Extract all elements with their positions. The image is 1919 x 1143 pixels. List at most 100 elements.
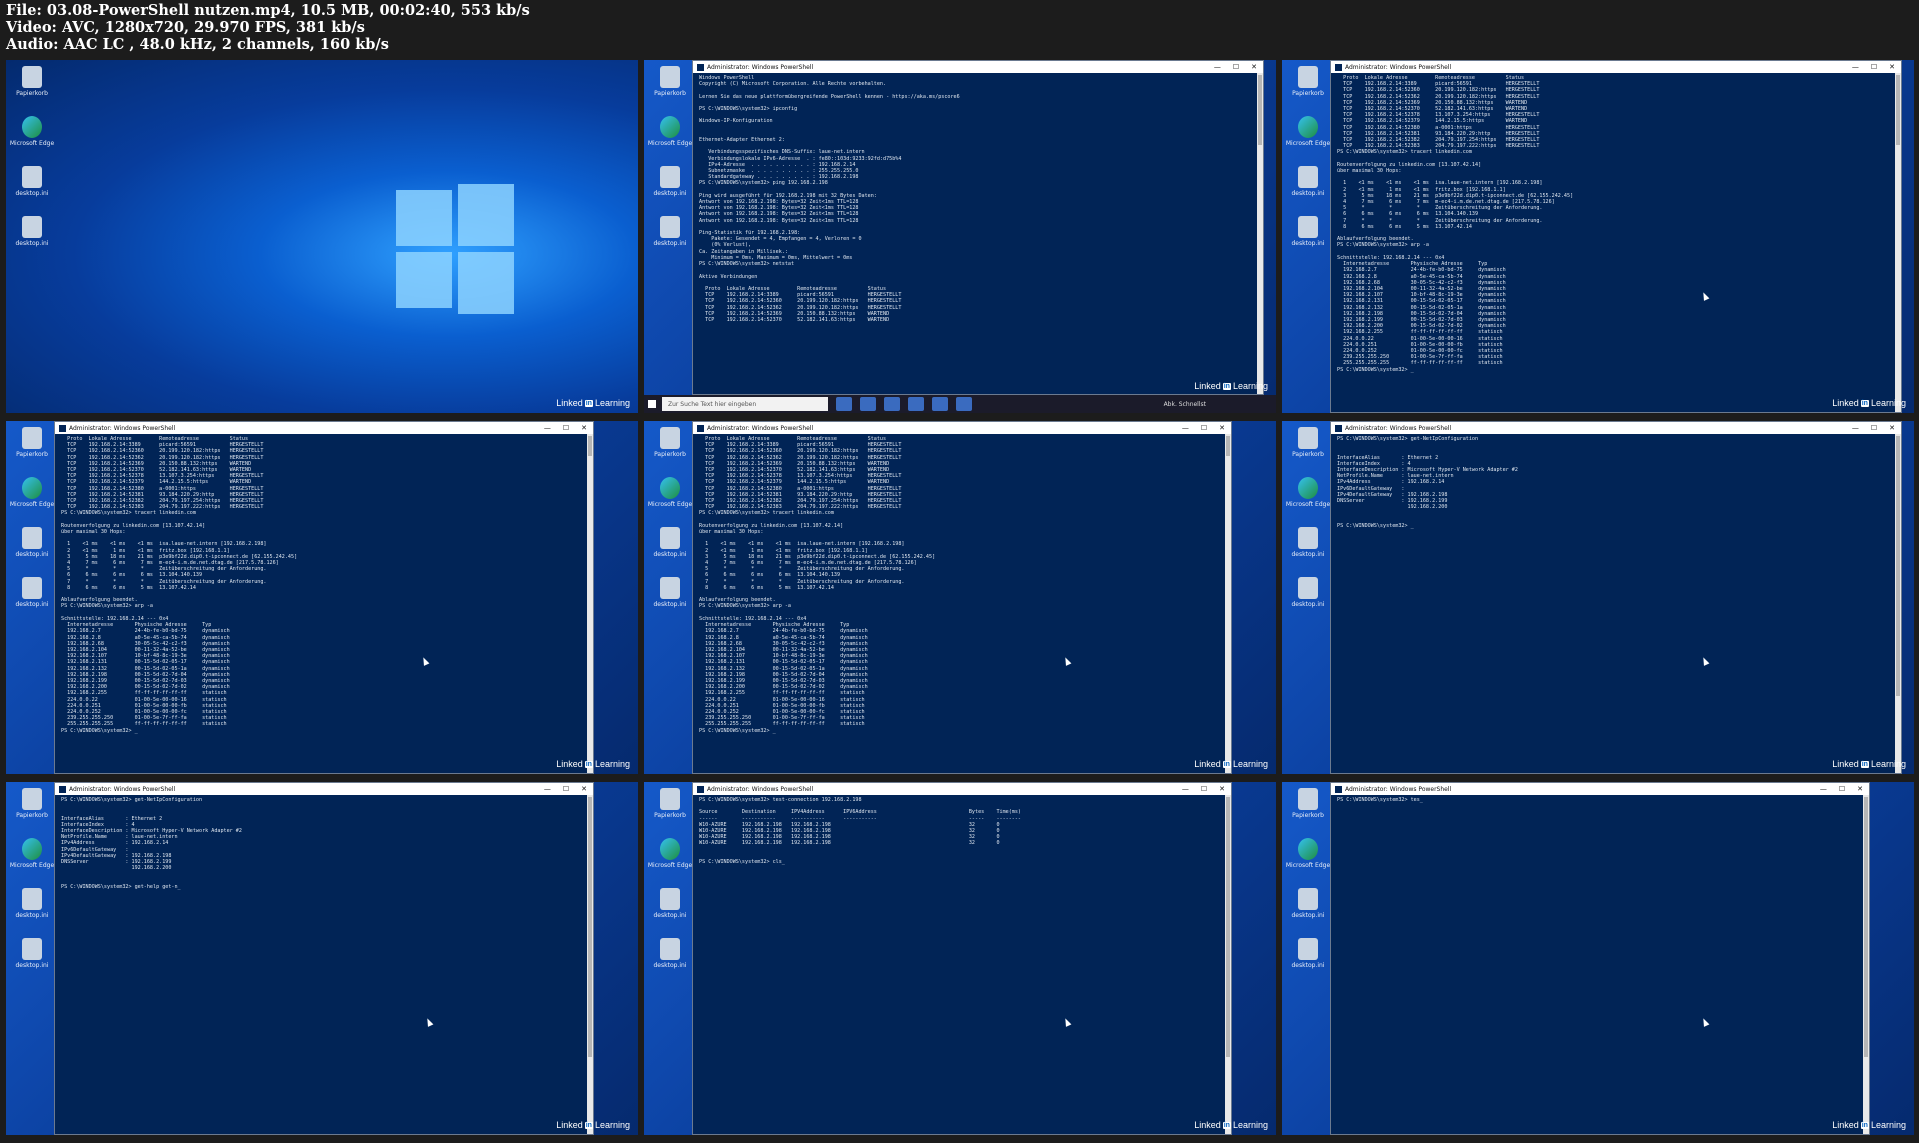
close-button[interactable]: ✕ — [1251, 63, 1257, 71]
file-icon[interactable]: desktop.ini — [1288, 527, 1328, 571]
frame-6[interactable]: Papierkorb Microsoft Edge desktop.ini de… — [1282, 421, 1914, 774]
scrollbar[interactable] — [1225, 434, 1231, 773]
powershell-window[interactable]: Administrator: Windows PowerShell — ☐ ✕ PS… — [692, 782, 1232, 1135]
edge-icon[interactable]: Microsoft Edge — [10, 477, 54, 521]
window-titlebar[interactable]: Administrator: Windows PowerShell — ☐ ✕ — [693, 783, 1231, 795]
recycle-bin-icon[interactable]: Papierkorb — [1288, 427, 1328, 471]
file-icon[interactable]: desktop.ini — [650, 888, 690, 932]
file-icon[interactable]: desktop.ini — [1288, 577, 1328, 621]
system-tray[interactable]: Abk. Schnellst — [1164, 401, 1276, 408]
file-icon[interactable]: desktop.ini — [12, 888, 52, 932]
file-icon[interactable]: desktop.ini — [1288, 216, 1328, 260]
window-titlebar[interactable]: Administrator: Windows PowerShell — ☐ ✕ — [1331, 61, 1901, 73]
file-icon[interactable]: desktop.ini — [1288, 938, 1328, 982]
frame-9[interactable]: Papierkorb Microsoft Edge desktop.ini de… — [1282, 782, 1914, 1135]
mail-taskbar-icon[interactable] — [932, 397, 948, 411]
window-titlebar[interactable]: Administrator: Windows PowerShell — ☐ ✕ — [693, 422, 1231, 434]
window-titlebar[interactable]: Administrator: Windows PowerShell — ☐ ✕ — [55, 422, 593, 434]
scrollbar[interactable] — [1257, 73, 1263, 394]
window-titlebar[interactable]: Administrator: Windows PowerShell — ☐ ✕ — [1331, 422, 1901, 434]
maximize-button[interactable]: ☐ — [1839, 785, 1845, 793]
file-icon[interactable]: desktop.ini — [12, 216, 52, 260]
close-button[interactable]: ✕ — [581, 424, 587, 432]
close-button[interactable]: ✕ — [581, 785, 587, 793]
terminal-output[interactable]: PS C:\WINDOWS\system32> tes_ — [1331, 795, 1869, 803]
edge-icon[interactable]: Microsoft Edge — [1286, 116, 1330, 160]
recycle-bin-icon[interactable]: Papierkorb — [650, 788, 690, 832]
scrollbar[interactable] — [1895, 434, 1901, 773]
edge-icon[interactable]: Microsoft Edge — [10, 838, 54, 882]
close-button[interactable]: ✕ — [1219, 424, 1225, 432]
file-icon[interactable]: desktop.ini — [1288, 888, 1328, 932]
minimize-button[interactable]: — — [1852, 424, 1859, 432]
close-button[interactable]: ✕ — [1219, 785, 1225, 793]
explorer-taskbar-icon[interactable] — [884, 397, 900, 411]
minimize-button[interactable]: — — [1182, 424, 1189, 432]
task-view-icon[interactable] — [836, 397, 852, 411]
recycle-bin-icon[interactable]: Papierkorb — [12, 788, 52, 832]
maximize-button[interactable]: ☐ — [1871, 63, 1877, 71]
maximize-button[interactable]: ☐ — [1201, 424, 1207, 432]
close-button[interactable]: ✕ — [1889, 63, 1895, 71]
powershell-window[interactable]: Administrator: Windows PowerShell — ☐ ✕ PS… — [1330, 782, 1870, 1135]
edge-taskbar-icon[interactable] — [860, 397, 876, 411]
powershell-window[interactable]: Administrator: Windows PowerShell — ☐ ✕ Pr… — [1330, 60, 1902, 413]
minimize-button[interactable]: — — [1820, 785, 1827, 793]
recycle-bin-icon[interactable]: Papierkorb — [650, 427, 690, 471]
scrollbar[interactable] — [1895, 73, 1901, 412]
file-icon[interactable]: desktop.ini — [650, 938, 690, 982]
maximize-button[interactable]: ☐ — [1871, 424, 1877, 432]
file-icon[interactable]: desktop.ini — [1288, 166, 1328, 210]
window-titlebar[interactable]: Administrator: Windows PowerShell — ☐ ✕ — [1331, 783, 1869, 795]
frame-7[interactable]: Papierkorb Microsoft Edge desktop.ini de… — [6, 782, 638, 1135]
close-button[interactable]: ✕ — [1889, 424, 1895, 432]
powershell-taskbar-icon[interactable] — [956, 397, 972, 411]
terminal-output[interactable]: Proto Lokale Adresse Remoteadresse Statu… — [55, 434, 593, 734]
minimize-button[interactable]: — — [1214, 63, 1221, 71]
store-taskbar-icon[interactable] — [908, 397, 924, 411]
recycle-bin-icon[interactable]: Papierkorb — [1288, 788, 1328, 832]
edge-icon[interactable]: Microsoft Edge — [10, 116, 54, 160]
file-icon[interactable]: desktop.ini — [12, 527, 52, 571]
powershell-window[interactable]: Administrator: Windows PowerShell — ☐ ✕ Pr… — [692, 421, 1232, 774]
frame-1[interactable]: Papierkorb Microsoft Edge desktop.ini de… — [6, 60, 638, 413]
edge-icon[interactable]: Microsoft Edge — [648, 838, 692, 882]
powershell-window[interactable]: Administrator: Windows PowerShell — ☐ ✕ Wi… — [692, 60, 1264, 395]
close-button[interactable]: ✕ — [1857, 785, 1863, 793]
file-icon[interactable]: desktop.ini — [12, 577, 52, 621]
minimize-button[interactable]: — — [1182, 785, 1189, 793]
terminal-output[interactable]: Windows PowerShell Copyright (C) Microso… — [693, 73, 1263, 323]
window-titlebar[interactable]: Administrator: Windows PowerShell — ☐ ✕ — [693, 61, 1263, 73]
file-icon[interactable]: desktop.ini — [12, 166, 52, 210]
edge-icon[interactable]: Microsoft Edge — [1286, 838, 1330, 882]
minimize-button[interactable]: — — [544, 424, 551, 432]
start-button[interactable] — [644, 395, 660, 413]
file-icon[interactable]: desktop.ini — [650, 166, 690, 210]
maximize-button[interactable]: ☐ — [1201, 785, 1207, 793]
scrollbar[interactable] — [587, 795, 593, 1134]
powershell-window[interactable]: Administrator: Windows PowerShell — ☐ ✕ PS… — [1330, 421, 1902, 774]
frame-4[interactable]: Papierkorb Microsoft Edge desktop.ini de… — [6, 421, 638, 774]
terminal-output[interactable]: Proto Lokale Adresse Remoteadresse Statu… — [693, 434, 1231, 734]
file-icon[interactable]: desktop.ini — [650, 577, 690, 621]
recycle-bin-icon[interactable]: Papierkorb — [12, 66, 52, 110]
edge-icon[interactable]: Microsoft Edge — [1286, 477, 1330, 521]
recycle-bin-icon[interactable]: Papierkorb — [650, 66, 690, 110]
file-icon[interactable]: desktop.ini — [12, 938, 52, 982]
frame-3[interactable]: Papierkorb Microsoft Edge desktop.ini de… — [1282, 60, 1914, 413]
file-icon[interactable]: desktop.ini — [650, 216, 690, 260]
file-icon[interactable]: desktop.ini — [650, 527, 690, 571]
edge-icon[interactable]: Microsoft Edge — [648, 477, 692, 521]
terminal-output[interactable]: PS C:\WINDOWS\system32> test-connection … — [693, 795, 1231, 865]
powershell-window[interactable]: Administrator: Windows PowerShell — ☐ ✕ PS… — [54, 782, 594, 1135]
powershell-window[interactable]: Administrator: Windows PowerShell — ☐ ✕ Pr… — [54, 421, 594, 774]
edge-icon[interactable]: Microsoft Edge — [648, 116, 692, 160]
minimize-button[interactable]: — — [544, 785, 551, 793]
scrollbar[interactable] — [1863, 795, 1869, 1134]
window-titlebar[interactable]: Administrator: Windows PowerShell — ☐ ✕ — [55, 783, 593, 795]
maximize-button[interactable]: ☐ — [1233, 63, 1239, 71]
terminal-output[interactable]: Proto Lokale Adresse Remoteadresse Statu… — [1331, 73, 1901, 373]
terminal-output[interactable]: PS C:\WINDOWS\system32> get-NetIpConfigu… — [55, 795, 593, 890]
terminal-output[interactable]: PS C:\WINDOWS\system32> get-NetIpConfigu… — [1331, 434, 1901, 529]
scrollbar[interactable] — [1225, 795, 1231, 1134]
